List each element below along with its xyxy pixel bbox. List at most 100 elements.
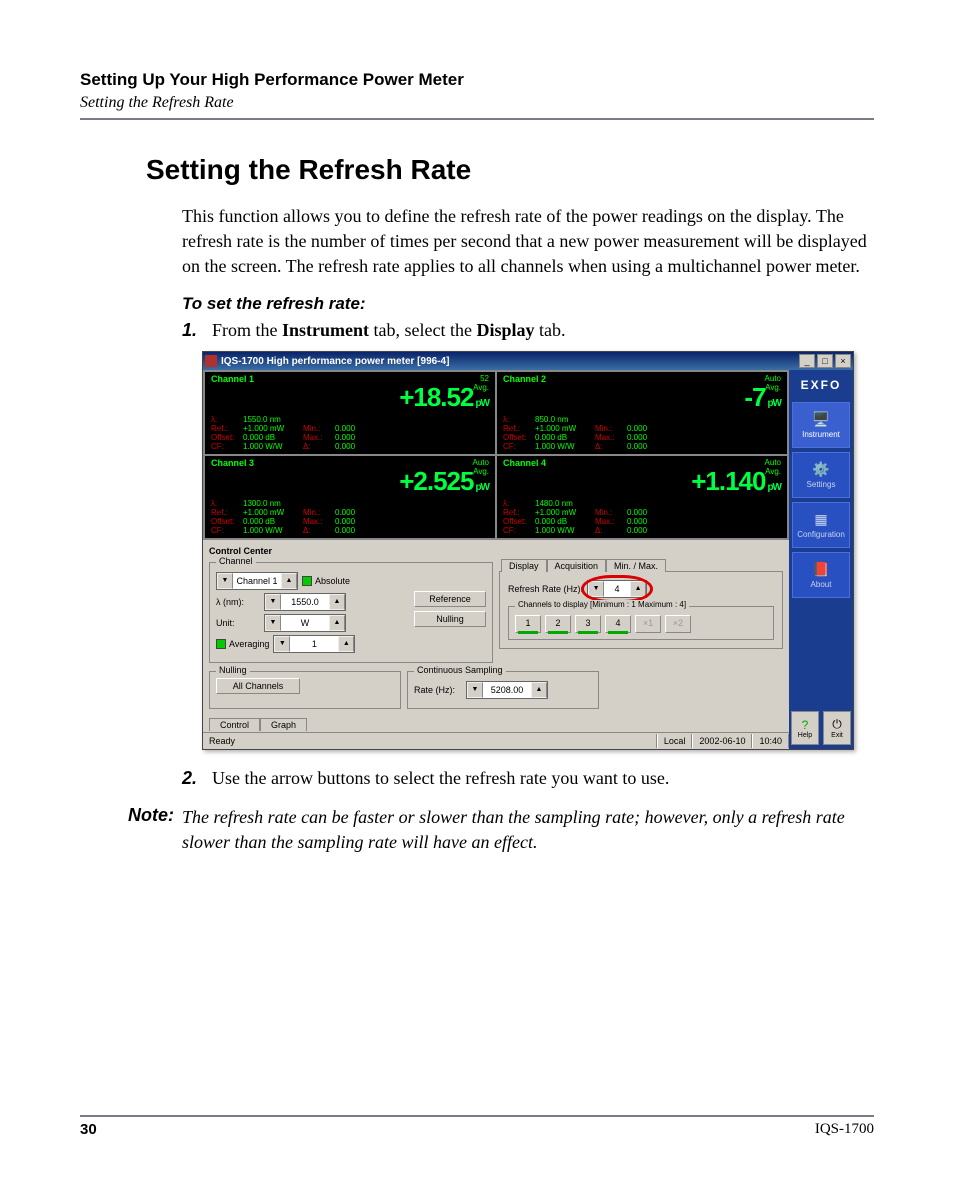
val: 0.000	[335, 526, 371, 535]
refresh-rate-highlight: ▼4▲	[587, 580, 647, 598]
legend: Channel	[216, 556, 256, 566]
channel-selector[interactable]: ▼Channel 1▲	[216, 572, 298, 590]
running-header-title: Setting Up Your High Performance Power M…	[80, 70, 874, 90]
val: +1.000 mW	[243, 424, 299, 433]
tab-control[interactable]: Control	[209, 718, 260, 731]
close-button[interactable]: ×	[835, 354, 851, 368]
absolute-checkbox[interactable]: Absolute	[302, 576, 350, 586]
header-rule	[80, 118, 874, 120]
lbl	[303, 499, 331, 508]
legend: Channels to display [Minimum : 1 Maximum…	[515, 600, 689, 609]
tab-display[interactable]: Display	[501, 559, 547, 572]
lbl: Offset:	[503, 433, 531, 442]
step-num: 1.	[182, 320, 212, 341]
tab-minmax[interactable]: Min. / Max.	[606, 559, 666, 572]
channel-toggle-4[interactable]: 4	[605, 615, 631, 633]
channel-toggle-1[interactable]: 1	[515, 615, 541, 633]
down-arrow-icon[interactable]: ▼	[274, 636, 290, 652]
unit-spin[interactable]: ▼W▲	[264, 614, 346, 632]
channel-toggle-2[interactable]: 2	[545, 615, 571, 633]
meta: Avg.	[473, 467, 489, 476]
sidebar-about[interactable]: 📕About	[792, 552, 850, 598]
label: About	[811, 580, 832, 589]
nulling-fieldset: Nulling All Channels	[209, 671, 401, 709]
gear-icon: ⚙️	[810, 462, 832, 478]
model-number: IQS-1700	[815, 1121, 874, 1138]
reading-unit: pW	[767, 398, 781, 409]
meta: Avg.	[765, 383, 781, 392]
sidebar-instrument[interactable]: 🖥️Instrument	[792, 402, 850, 448]
sidebar-settings[interactable]: ⚙️ Settings	[792, 452, 850, 498]
rate-spin[interactable]: ▼5208.00▲	[466, 681, 548, 699]
step-body: From the Instrument tab, select the Disp…	[212, 320, 874, 341]
up-arrow-icon[interactable]: ▲	[281, 573, 297, 589]
tab-acquisition[interactable]: Acquisition	[547, 559, 607, 572]
val: +1.000 mW	[535, 508, 591, 517]
label: Settings	[807, 480, 836, 489]
down-arrow-icon[interactable]: ▼	[217, 573, 233, 589]
check-icon	[216, 639, 226, 649]
down-arrow-icon[interactable]: ▼	[265, 594, 281, 610]
lbl: Δ:	[303, 526, 331, 535]
meta: 52	[473, 374, 489, 383]
meta: Auto	[765, 374, 781, 383]
channel-3-readout: Channel 3 AutoAvg. +2.525pW λ:1300.0 nm …	[205, 456, 495, 538]
titlebar[interactable]: IQS-1700 High performance power meter [9…	[203, 352, 853, 370]
refresh-rate-label: Refresh Rate (Hz):	[508, 584, 583, 594]
reading-value: -7	[744, 382, 765, 412]
channel-fieldset: Channel ▼Channel 1▲ Absolute λ (nm):▼155…	[209, 562, 493, 663]
up-arrow-icon[interactable]: ▲	[338, 636, 354, 652]
label: Exit	[831, 732, 843, 739]
maximize-button[interactable]: □	[817, 354, 833, 368]
lbl: λ:	[503, 415, 531, 424]
minimize-button[interactable]: _	[799, 354, 815, 368]
up-arrow-icon[interactable]: ▲	[329, 615, 345, 631]
down-arrow-icon[interactable]: ▼	[588, 581, 604, 597]
value: 1550.0	[281, 594, 329, 610]
all-channels-button[interactable]: All Channels	[216, 678, 300, 694]
val: 850.0 nm	[535, 415, 591, 424]
lbl	[595, 499, 623, 508]
nulling-button[interactable]: Nulling	[414, 611, 486, 627]
power-icon: ⏻	[832, 717, 842, 732]
val	[627, 415, 663, 424]
note: Note: The refresh rate can be faster or …	[128, 805, 874, 855]
val: 0.000	[627, 442, 663, 451]
step-1: 1. From the Instrument tab, select the D…	[182, 320, 874, 341]
intro-paragraph: This function allows you to define the r…	[182, 204, 874, 278]
label: Rate (Hz):	[414, 685, 462, 695]
up-arrow-icon[interactable]: ▲	[630, 581, 646, 597]
averaging-checkbox[interactable]: Averaging	[216, 639, 269, 649]
value: 1	[290, 636, 338, 652]
page-number: 30	[80, 1121, 97, 1138]
lbl: Ref.:	[503, 508, 531, 517]
averaging-spin[interactable]: ▼1▲	[273, 635, 355, 653]
legend: Continuous Sampling	[414, 665, 506, 675]
val: 0.000 dB	[535, 433, 591, 442]
down-arrow-icon[interactable]: ▼	[265, 615, 281, 631]
tab-graph[interactable]: Graph	[260, 718, 307, 731]
step-num: 2.	[182, 768, 212, 789]
app-window: IQS-1700 High performance power meter [9…	[202, 351, 854, 750]
up-arrow-icon[interactable]: ▲	[531, 682, 547, 698]
channels-to-display-group: Channels to display [Minimum : 1 Maximum…	[508, 606, 774, 640]
step-body: Use the arrow buttons to select the refr…	[212, 768, 874, 789]
help-button[interactable]: ?Help	[791, 711, 819, 745]
text-bold: Display	[476, 320, 534, 340]
channel-toggle-3[interactable]: 3	[575, 615, 601, 633]
readouts-grid: Channel 1 52Avg. +18.52pW λ:1550.0 nm Re…	[203, 370, 789, 540]
lambda-spin[interactable]: ▼1550.0▲	[264, 593, 346, 611]
up-arrow-icon[interactable]: ▲	[329, 594, 345, 610]
channel-4-readout: Channel 4 AutoAvg. +1.140pW λ:1480.0 nm …	[497, 456, 787, 538]
reference-button[interactable]: Reference	[414, 591, 486, 607]
val: 0.000 dB	[535, 517, 591, 526]
note-label: Note:	[128, 805, 182, 855]
down-arrow-icon[interactable]: ▼	[467, 682, 483, 698]
val: 0.000	[627, 517, 663, 526]
lbl: Offset:	[211, 433, 239, 442]
text-bold: Instrument	[282, 320, 369, 340]
sidebar-configuration[interactable]: ▦Configuration	[792, 502, 850, 548]
channel-1-readout: Channel 1 52Avg. +18.52pW λ:1550.0 nm Re…	[205, 372, 495, 454]
exit-button[interactable]: ⏻Exit	[823, 711, 851, 745]
refresh-rate-spin[interactable]: ▼4▲	[587, 580, 647, 598]
